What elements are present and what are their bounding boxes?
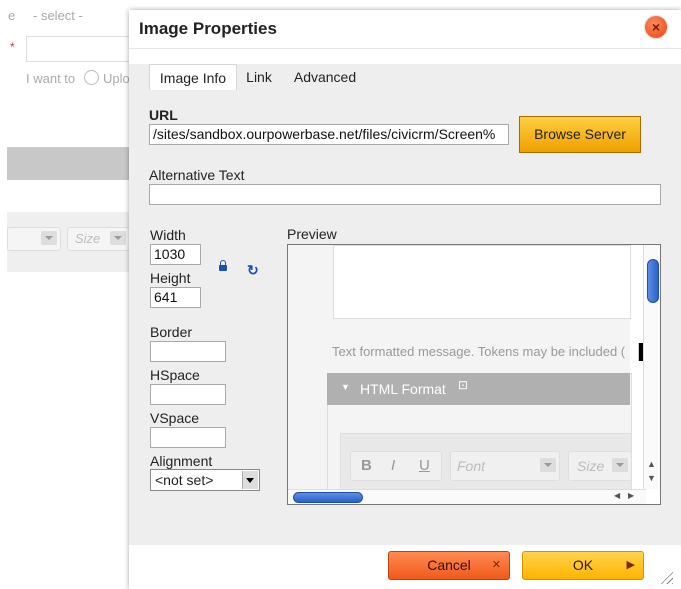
image-properties-dialog: Image Properties × Image Info Link Advan… bbox=[129, 10, 681, 589]
preview-section-title: HTML Format bbox=[360, 381, 446, 397]
scroll-left-icon[interactable]: ◀ bbox=[614, 491, 620, 500]
preview-horizontal-scrollbar[interactable]: ◀ ▶ bbox=[288, 489, 646, 504]
background-text-input[interactable] bbox=[26, 36, 132, 62]
preview-vertical-scrollbar[interactable]: ▲ ▼ bbox=[643, 245, 660, 489]
underline-button: U bbox=[419, 457, 430, 474]
tab-link[interactable]: Link bbox=[239, 64, 279, 90]
triangle-down-icon: ▼ bbox=[341, 382, 350, 392]
preview-hint-text: Text formatted message. Tokens may be in… bbox=[332, 344, 626, 359]
close-button[interactable]: × bbox=[645, 16, 667, 38]
close-icon: × bbox=[651, 19, 661, 35]
chevron-down-icon bbox=[41, 231, 57, 245]
tab-image-info[interactable]: Image Info bbox=[149, 64, 237, 91]
width-label: Width bbox=[150, 227, 186, 243]
cancel-x-icon: ✕ bbox=[491, 559, 501, 571]
ok-label: OK bbox=[572, 557, 594, 573]
url-label: URL bbox=[149, 107, 178, 123]
scroll-down-icon[interactable]: ▼ bbox=[647, 473, 656, 483]
alt-text-input[interactable] bbox=[149, 184, 661, 205]
preview-left-margin bbox=[288, 245, 324, 489]
title-divider bbox=[129, 48, 681, 49]
url-input[interactable]: /sites/sandbox.ourpowerbase.net/files/ci… bbox=[149, 124, 509, 145]
hspace-label: HSpace bbox=[150, 367, 200, 383]
preview-format-buttons: B I U bbox=[350, 451, 442, 481]
preview-label: Preview bbox=[287, 226, 337, 242]
ok-arrow-icon: ▶ bbox=[626, 559, 635, 571]
background-size-placeholder: Size bbox=[75, 231, 101, 246]
vspace-input[interactable] bbox=[150, 427, 226, 448]
background-radio-option: Uplo bbox=[103, 71, 130, 86]
tab-advanced[interactable]: Advanced bbox=[285, 64, 365, 90]
alt-text-label: Alternative Text bbox=[149, 167, 245, 183]
tab-bar: Image Info Link Advanced bbox=[129, 64, 681, 91]
ok-button[interactable]: OK ▶ bbox=[522, 551, 644, 580]
background-select-placeholder[interactable]: - select - bbox=[33, 8, 83, 23]
alignment-label: Alignment bbox=[150, 453, 213, 469]
lock-icon[interactable] bbox=[219, 260, 227, 271]
italic-button: I bbox=[391, 457, 396, 474]
vspace-label: VSpace bbox=[150, 410, 200, 426]
help-icon: ⊡ bbox=[458, 378, 469, 392]
preview-font-placeholder: Font bbox=[457, 458, 486, 474]
background-radio-label: I want to bbox=[26, 71, 76, 86]
chevron-down-icon bbox=[612, 458, 628, 472]
background-field-label-cut: e bbox=[8, 8, 16, 23]
chevron-down-icon bbox=[242, 471, 258, 489]
preview-section-header: ▼ HTML Format ⊡ bbox=[327, 373, 630, 405]
required-mark: * bbox=[10, 40, 15, 54]
resize-grip-icon[interactable] bbox=[659, 570, 673, 584]
width-input[interactable]: 1030 bbox=[150, 244, 201, 265]
background-size-select[interactable]: Size bbox=[67, 227, 131, 251]
background-section-header bbox=[7, 147, 129, 180]
preview-font-select: Font bbox=[450, 451, 560, 481]
chevron-down-icon bbox=[540, 458, 556, 472]
height-input[interactable]: 641 bbox=[150, 287, 201, 308]
border-input[interactable] bbox=[150, 341, 226, 362]
chevron-down-icon bbox=[110, 231, 126, 245]
reset-size-icon[interactable]: ↻ bbox=[247, 263, 259, 277]
preview-horizontal-scroll-thumb[interactable] bbox=[293, 492, 363, 503]
background-select-box[interactable] bbox=[7, 227, 61, 251]
scroll-right-icon[interactable]: ▶ bbox=[628, 491, 634, 500]
hspace-input[interactable] bbox=[150, 384, 226, 405]
background-radio-button[interactable] bbox=[84, 70, 99, 85]
preview-size-placeholder: Size bbox=[577, 458, 605, 474]
cancel-button[interactable]: Cancel ✕ bbox=[388, 551, 510, 580]
preview-vertical-scroll-thumb[interactable] bbox=[647, 259, 659, 303]
border-label: Border bbox=[150, 324, 193, 340]
scroll-up-icon[interactable]: ▲ bbox=[647, 459, 656, 469]
preview-pane[interactable]: Text formatted message. Tokens may be in… bbox=[287, 244, 661, 505]
height-label: Height bbox=[150, 270, 191, 286]
preview-size-select: Size bbox=[568, 451, 632, 481]
alignment-select[interactable]: <not set> bbox=[150, 469, 260, 491]
browse-server-button[interactable]: Browse Server bbox=[519, 116, 641, 153]
dialog-title: Image Properties bbox=[139, 19, 277, 38]
preview-textarea bbox=[333, 245, 631, 319]
bold-button: B bbox=[361, 457, 372, 474]
alignment-value: <not set> bbox=[155, 472, 214, 488]
